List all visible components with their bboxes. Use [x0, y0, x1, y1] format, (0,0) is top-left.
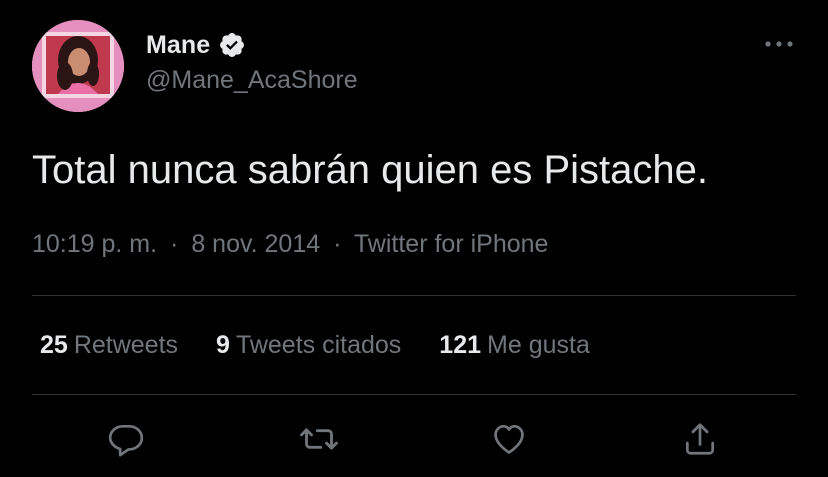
quotes-count: 9: [216, 331, 230, 359]
retweets-label: Retweets: [73, 331, 179, 359]
meta-separator: ·: [170, 230, 179, 258]
likes-count: 121: [439, 331, 482, 359]
speech-bubble-icon: [107, 420, 145, 463]
retweets-stat[interactable]: 25 Retweets: [40, 326, 178, 364]
divider: [32, 295, 796, 296]
likes-label: Me gusta: [487, 331, 590, 359]
tweet-meta: 10:19 p. m. · 8 nov. 2014 · Twitter for …: [32, 226, 548, 262]
three-dots-icon[interactable]: [760, 32, 798, 56]
retweet-arrows-icon: [299, 419, 339, 464]
like-button[interactable]: [488, 420, 530, 462]
author-display-name[interactable]: Mane: [146, 31, 210, 60]
reply-button[interactable]: [105, 420, 147, 462]
action-bar: [0, 420, 828, 462]
quotes-stat[interactable]: 9 Tweets citados: [216, 326, 401, 364]
tweet-text: Total nunca sabrán quien es Pistache.: [32, 148, 708, 192]
retweets-count: 25: [40, 331, 68, 359]
share-button[interactable]: [679, 420, 721, 462]
verified-badge-icon: [218, 31, 246, 59]
author-name-row: Mane: [146, 28, 246, 62]
heart-icon: [490, 420, 528, 463]
retweet-button[interactable]: [298, 420, 340, 462]
avatar[interactable]: [32, 20, 124, 112]
meta-separator: ·: [333, 230, 342, 258]
likes-stat[interactable]: 121 Me gusta: [439, 326, 590, 364]
share-upload-icon: [681, 420, 719, 463]
engagement-stats: 25 Retweets 9 Tweets citados 121 Me gusta: [40, 326, 628, 364]
tweet-date[interactable]: 8 nov. 2014: [191, 230, 320, 258]
author-handle[interactable]: @Mane_AcaShore: [146, 66, 358, 95]
avatar-image: [32, 20, 124, 112]
tweet-source[interactable]: Twitter for iPhone: [354, 230, 549, 258]
divider: [32, 394, 796, 395]
tweet-time[interactable]: 10:19 p. m.: [32, 230, 157, 258]
quotes-label: Tweets citados: [235, 331, 402, 359]
tweet-card: Mane @Mane_AcaShore Total nunca sabrán q…: [0, 0, 828, 477]
